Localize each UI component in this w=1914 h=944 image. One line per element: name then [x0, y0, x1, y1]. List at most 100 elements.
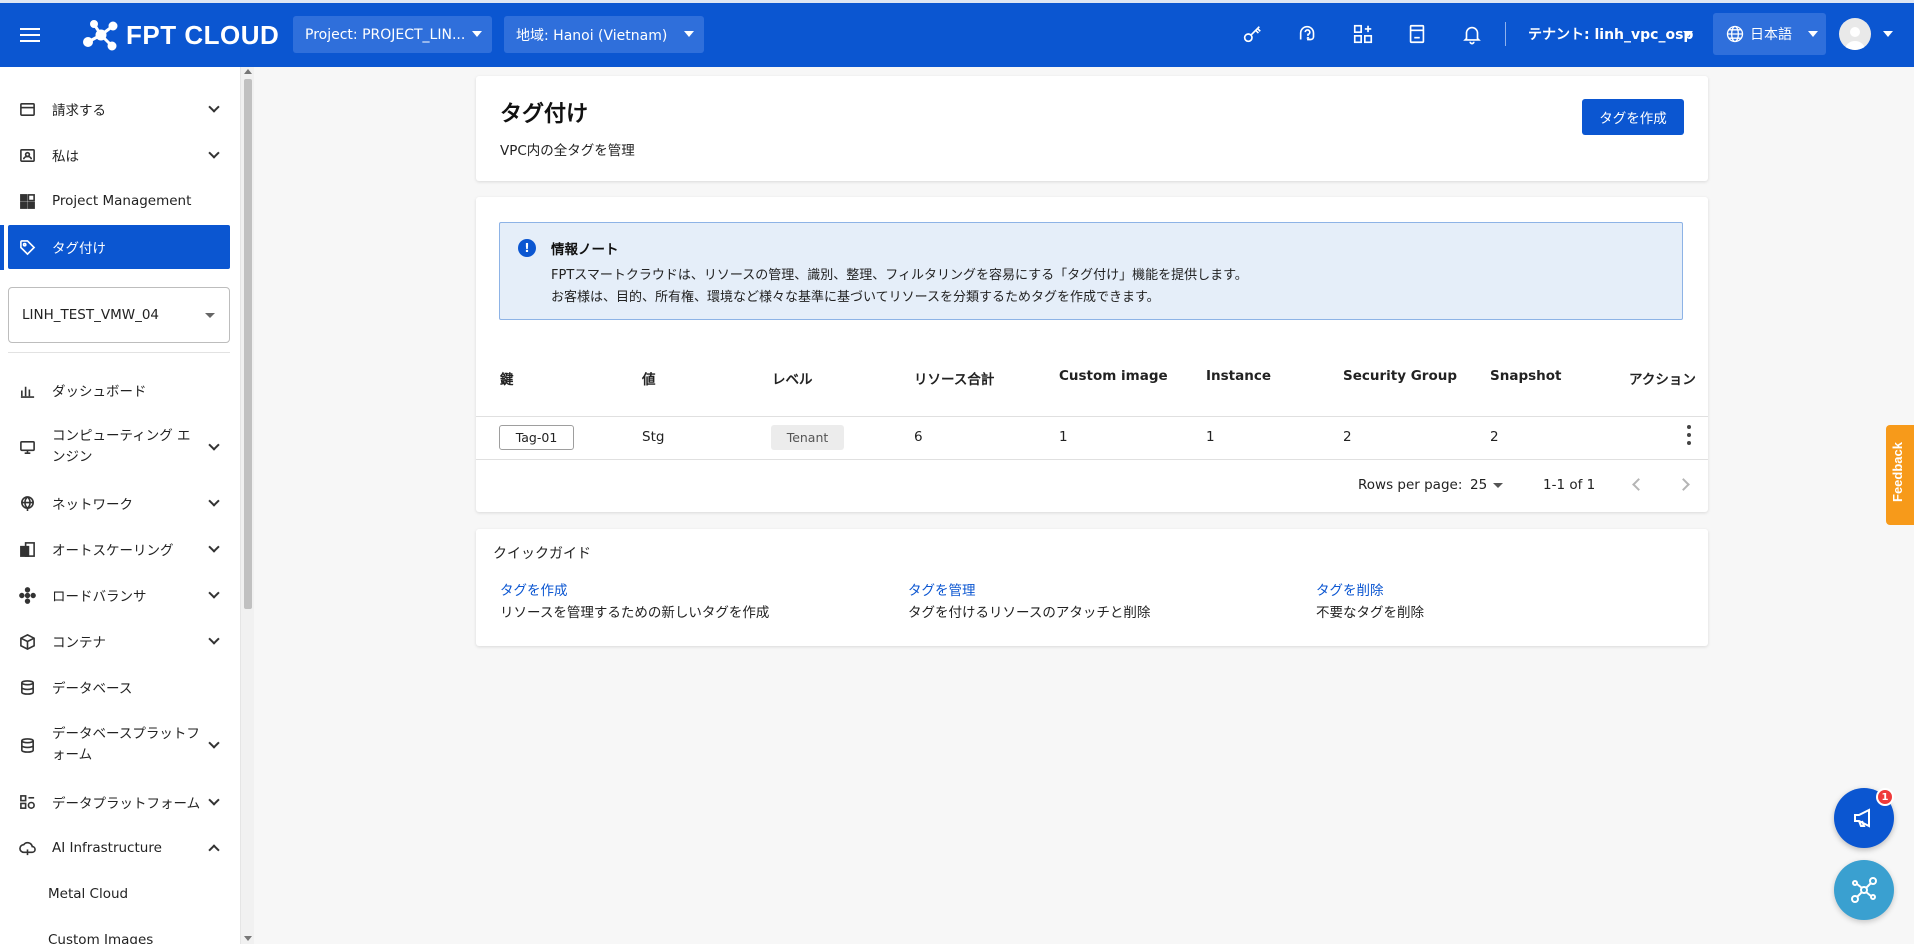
sidebar-scrollbar[interactable] [240, 67, 254, 944]
sidebar-item-container[interactable]: コンテナ [8, 619, 230, 663]
sidebar-item-dashboard[interactable]: ダッシュボード [8, 368, 230, 412]
quick-guide-link-create[interactable]: タグを作成 [500, 579, 568, 599]
sidebar-item-profile[interactable]: 私は [8, 133, 230, 177]
rows-per-page-label: Rows per page: [1358, 477, 1463, 493]
language-value: 日本語 [1750, 27, 1792, 43]
scrollbar-thumb[interactable] [244, 79, 252, 609]
sidebar-item-label: コンピューティング エンジン [52, 428, 191, 465]
tag-key-chip[interactable]: Tag-01 [499, 425, 574, 450]
language-select[interactable]: 日本語 [1713, 13, 1826, 55]
header-divider [1505, 22, 1506, 46]
ai-assistant-button[interactable] [1834, 860, 1894, 920]
apps-add-icon[interactable] [1351, 22, 1375, 46]
row-divider [476, 459, 1708, 460]
tags-table-card: ! 情報ノート FPTスマートクラウドは、リソースの管理、識別、整理、フィルタリ… [476, 197, 1708, 512]
tenant-select[interactable]: テナント: linh_vpc_osp [1528, 24, 1693, 44]
chevron-down-icon [1808, 31, 1818, 37]
column-header-key[interactable]: 鍵 [500, 368, 514, 388]
sidebar-item-database-platform[interactable]: データベースプラットフォーム [8, 720, 230, 770]
chevron-down-icon [208, 633, 220, 645]
sidebar-item-tagging[interactable]: タグ付け [8, 225, 230, 269]
quick-guide-link-manage[interactable]: タグを管理 [908, 579, 976, 599]
sidebar-item-label: ダッシュボード [52, 384, 147, 400]
sidebar-divider [8, 352, 230, 353]
chevron-up-icon [208, 844, 220, 856]
chevron-right-icon[interactable] [1677, 478, 1690, 491]
user-menu[interactable] [1839, 18, 1903, 50]
notification-badge: 1 [1876, 788, 1894, 806]
sidebar-item-label: 請求する [52, 103, 106, 119]
rows-per-page-select[interactable]: 25 [1470, 477, 1487, 493]
level-chip: Tenant [771, 425, 844, 450]
sidebar-item-network[interactable]: ネットワーク [8, 481, 230, 525]
info-icon: ! [518, 239, 536, 257]
billing-icon [16, 101, 38, 118]
sidebar-project-select[interactable]: LINH_TEST_VMW_04 [8, 287, 230, 343]
fpt-cloud-logo[interactable]: FPT CLOUD [82, 18, 279, 52]
chevron-down-icon[interactable] [1683, 31, 1693, 37]
column-header-custom-image[interactable]: Custom image [1059, 368, 1168, 384]
menu-icon[interactable] [0, 3, 60, 67]
chevron-down-icon[interactable] [1883, 31, 1893, 37]
sidebar-item-billing[interactable]: 請求する [8, 87, 230, 131]
custom-image-count: 1 [1059, 429, 1068, 445]
sidebar-subitem-custom-images[interactable]: Custom Images [48, 932, 153, 944]
autoscaling-icon [16, 541, 38, 558]
chevron-down-icon [208, 495, 220, 507]
sidebar-subitem-metal-cloud[interactable]: Metal Cloud [48, 886, 128, 902]
key-icon[interactable] [1240, 22, 1264, 46]
sidebar-item-project-management[interactable]: Project Management [8, 179, 230, 223]
sidebar-item-data-platform[interactable]: データプラットフォーム [8, 780, 230, 824]
bell-icon[interactable] [1460, 22, 1484, 46]
create-tag-button[interactable]: タグを作成 [1582, 99, 1684, 135]
column-header-instance[interactable]: Instance [1206, 368, 1271, 384]
sidebar-item-compute[interactable]: コンピューティング エンジン [8, 422, 230, 472]
chevron-down-icon [208, 541, 220, 553]
support-icon[interactable] [1296, 22, 1320, 46]
region-select[interactable]: 地域: Hanoi (Vietnam) [504, 16, 704, 53]
project-select[interactable]: Project: PROJECT_LIN... [293, 16, 492, 53]
database-icon [16, 679, 38, 696]
column-header-total[interactable]: リソース合計 [914, 368, 994, 388]
chevron-down-icon[interactable] [1493, 483, 1503, 488]
info-title: 情報ノート [551, 242, 619, 258]
chevron-down-icon [472, 31, 482, 37]
scroll-down-icon[interactable] [244, 936, 252, 941]
document-icon[interactable] [1405, 22, 1429, 46]
sidebar-item-database[interactable]: データベース [8, 665, 230, 709]
feedback-tab[interactable]: Feedback [1886, 425, 1914, 525]
sidebar-item-label: ネットワーク [52, 497, 133, 513]
tag-icon [16, 239, 38, 256]
sidebar-project-value: LINH_TEST_VMW_04 [22, 307, 160, 323]
sidebar-item-load-balancer[interactable]: ロードバランサ [8, 573, 230, 617]
user-icon [1845, 27, 1865, 50]
chevron-left-icon[interactable] [1632, 478, 1645, 491]
column-header-security-group[interactable]: Security Group [1343, 368, 1457, 384]
column-header-level[interactable]: レベル [772, 368, 813, 388]
snapshot-count: 2 [1490, 429, 1499, 445]
data-platform-icon [16, 794, 38, 811]
chevron-down-icon [208, 147, 220, 159]
logo-text: FPT CLOUD [126, 19, 280, 50]
avatar[interactable] [1839, 18, 1871, 50]
computer-icon [16, 439, 38, 456]
quick-guide-desc-delete: 不要なタグを削除 [1316, 605, 1424, 621]
header-divider [476, 416, 1708, 417]
quick-guide-link-delete[interactable]: タグを削除 [1316, 579, 1384, 599]
sidebar-item-ai-infrastructure[interactable]: AI Infrastructure [8, 826, 230, 870]
quick-guide-card: クイックガイド タグを作成 リソースを管理するための新しいタグを作成 タグを管理… [476, 529, 1708, 646]
quick-guide-title: クイックガイド [493, 546, 591, 562]
column-header-value[interactable]: 値 [642, 368, 656, 388]
sidebar-item-label: データプラットフォーム [52, 796, 201, 812]
logo-icon [83, 20, 118, 51]
scroll-up-icon[interactable] [244, 69, 252, 74]
sidebar-item-autoscaling[interactable]: オートスケーリング [8, 527, 230, 571]
ai-infrastructure-icon [16, 840, 38, 857]
region-select-value: 地域: Hanoi (Vietnam) [516, 27, 668, 44]
more-actions-icon[interactable] [1686, 425, 1692, 445]
column-header-snapshot[interactable]: Snapshot [1490, 368, 1561, 384]
sidebar-item-label: オートスケーリング [52, 543, 174, 559]
column-header-action: アクション [1629, 372, 1696, 388]
sidebar-item-label: 私は [52, 149, 79, 165]
active-indicator [0, 225, 4, 270]
